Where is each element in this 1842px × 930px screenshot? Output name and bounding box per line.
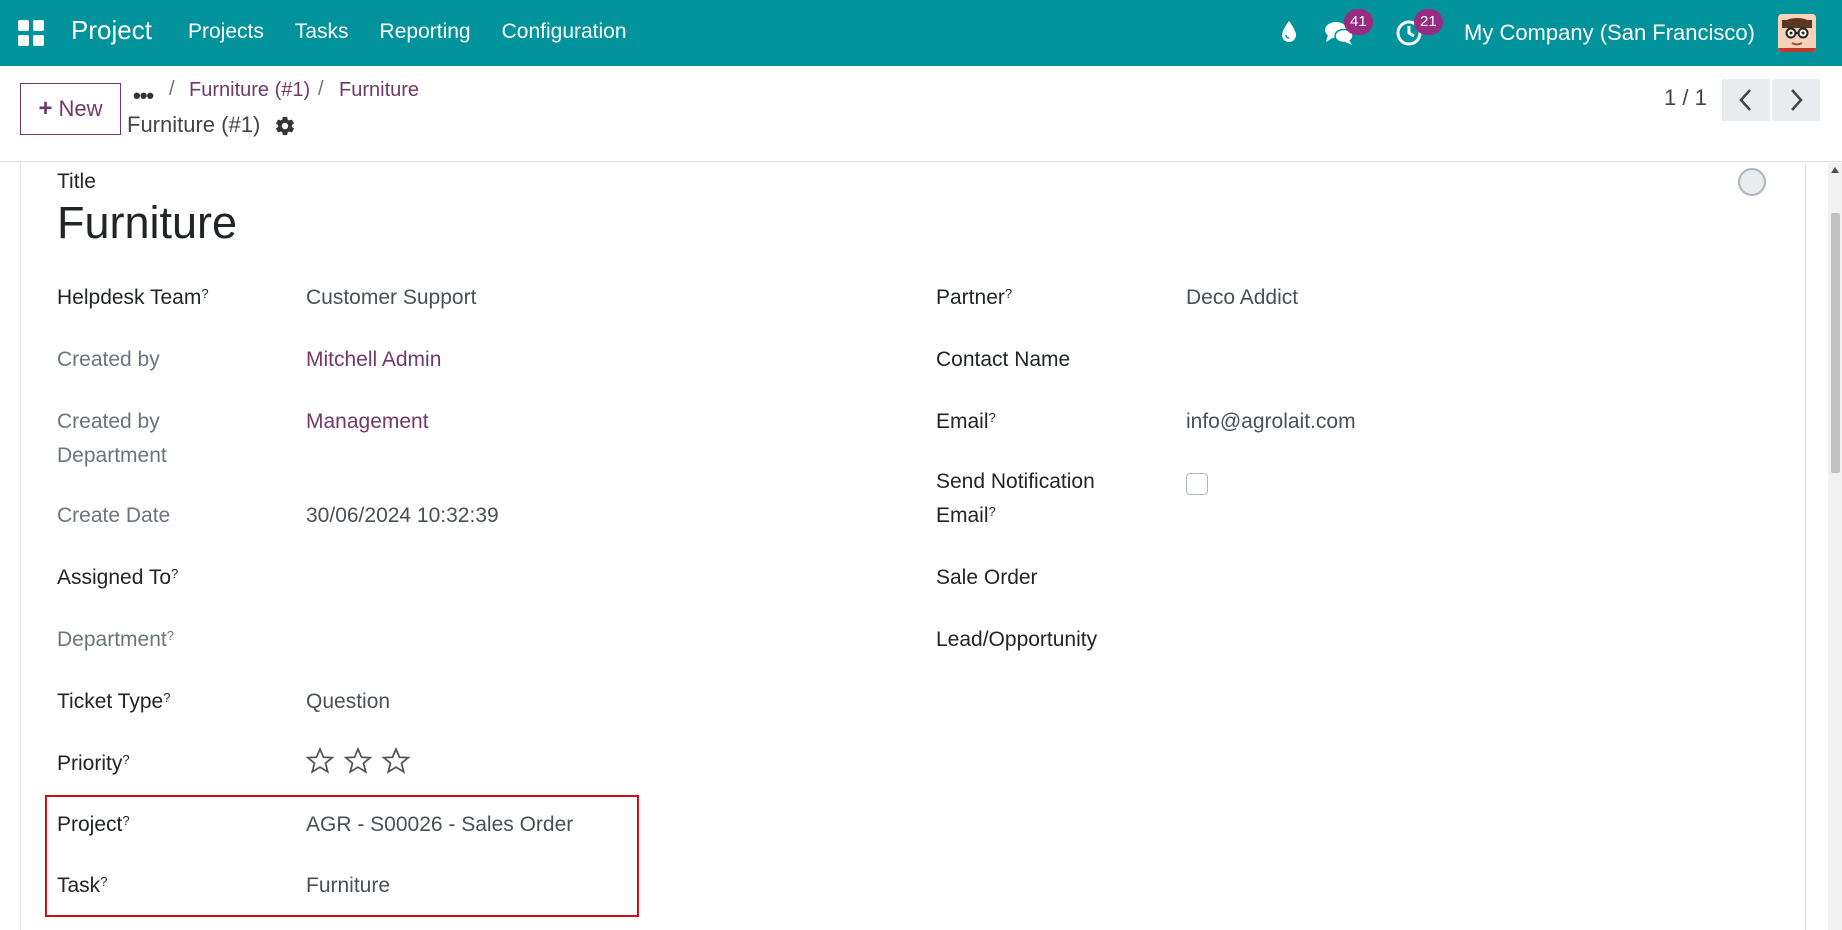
partner-label: Partner? (936, 286, 1013, 309)
chevron-left-icon (1739, 89, 1751, 111)
send-notification-label-line1: Send Notification (936, 470, 1095, 493)
assigned-to-field[interactable] (306, 561, 806, 595)
record-title: Furniture (#1) (127, 112, 261, 137)
scroll-up-icon[interactable] (1831, 167, 1839, 173)
lead-opportunity-field[interactable] (1186, 623, 1686, 657)
pager-value[interactable]: 1 / 1 (1664, 85, 1707, 111)
send-notification-label-line2: Email? (936, 504, 996, 527)
created-by-label: Created by (57, 348, 160, 371)
star-icon[interactable] (343, 746, 373, 776)
priority-label: Priority? (57, 752, 130, 775)
gear-icon[interactable] (274, 115, 296, 137)
department-field[interactable] (306, 623, 806, 657)
menu-item-reporting[interactable]: Reporting (380, 20, 471, 44)
email-field[interactable]: info@agrolait.com (1186, 405, 1356, 439)
ticket-type-field[interactable]: Question (306, 685, 390, 719)
top-navbar: Project Projects Tasks Reporting Configu… (0, 0, 1842, 66)
create-date-value: 30/06/2024 10:32:39 (306, 504, 499, 527)
lead-opportunity-label: Lead/Opportunity (936, 628, 1098, 651)
pager-previous-button[interactable] (1722, 79, 1770, 121)
apps-menu-icon[interactable] (18, 20, 44, 46)
new-button[interactable]: + New (20, 83, 121, 135)
messages-count-badge: 41 (1344, 9, 1373, 35)
ticket-type-label: Ticket Type? (57, 690, 171, 713)
scrollbar[interactable] (1828, 163, 1842, 930)
breadcrumb-separator: / (318, 78, 324, 100)
breadcrumb-separator: / (169, 78, 175, 100)
kanban-state-indicator[interactable] (1738, 168, 1766, 196)
create-date-label: Create Date (57, 504, 171, 527)
send-notification-checkbox[interactable] (1186, 473, 1208, 495)
star-icon[interactable] (305, 746, 335, 776)
title-label: Title (57, 170, 96, 193)
contact-name-label: Contact Name (936, 348, 1071, 371)
plus-icon: + (38, 95, 53, 122)
email-label: Email? (936, 410, 996, 433)
new-button-label: New (58, 96, 103, 121)
star-icon[interactable] (381, 746, 411, 776)
chevron-right-icon (1791, 89, 1803, 111)
user-avatar[interactable] (1778, 14, 1816, 52)
helpdesk-team-field[interactable]: Customer Support (306, 281, 476, 315)
assigned-to-label: Assigned To? (57, 566, 179, 589)
created-by-department-label-line1: Created by (57, 410, 160, 433)
created-by-link[interactable]: Mitchell Admin (306, 343, 441, 377)
app-brand[interactable]: Project (71, 15, 152, 46)
breadcrumb-item-2[interactable]: Furniture (339, 79, 419, 102)
breadcrumb-item-1[interactable]: Furniture (#1) (189, 79, 310, 102)
menu-item-configuration[interactable]: Configuration (502, 20, 627, 44)
sale-order-label: Sale Order (936, 566, 1038, 589)
partner-field[interactable]: Deco Addict (1186, 281, 1298, 315)
breadcrumb-more-icon[interactable]: ••• (133, 83, 154, 109)
main-menu: Projects Tasks Reporting Configuration (188, 20, 658, 44)
helpdesk-team-label: Helpdesk Team? (57, 286, 209, 309)
title-field[interactable]: Furniture (57, 197, 237, 249)
menu-item-tasks[interactable]: Tasks (295, 20, 349, 44)
activities-count-badge: 21 (1414, 9, 1443, 35)
sale-order-field[interactable] (1186, 561, 1686, 595)
created-by-department-label-line2: Department (57, 444, 167, 467)
created-by-department-link[interactable]: Management (306, 405, 429, 439)
scrollbar-thumb[interactable] (1831, 213, 1840, 473)
drop-icon[interactable] (1280, 20, 1298, 44)
highlight-box (45, 795, 639, 917)
control-panel: + New ••• / Furniture (#1) / Furniture F… (0, 66, 1842, 162)
menu-item-projects[interactable]: Projects (188, 20, 264, 44)
company-switcher[interactable]: My Company (San Francisco) (1464, 20, 1755, 46)
pager-next-button[interactable] (1772, 79, 1820, 121)
priority-widget (305, 746, 411, 776)
department-label: Department? (57, 628, 174, 651)
contact-name-field[interactable] (1186, 343, 1686, 377)
